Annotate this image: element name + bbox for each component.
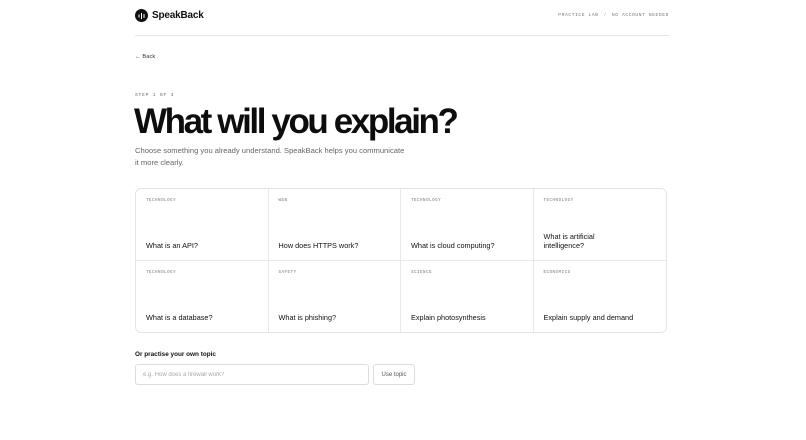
topic-card[interactable]: TECHNOLOGY What is artificial intelligen…: [533, 189, 666, 261]
topic-title: What is artificial intelligence?: [543, 231, 595, 250]
no-account-tag: NO ACCOUNT NEEDED: [611, 13, 669, 18]
topic-title: What is cloud computing?: [411, 240, 495, 250]
topic-title: What is phishing?: [278, 313, 337, 322]
topic-category: WEB: [278, 199, 288, 203]
topic-card[interactable]: TECHNOLOGY What is a database?: [136, 260, 269, 332]
practice-lab-tag: PRACTICE LAB: [558, 13, 599, 18]
topic-category: ECONOMICS: [543, 270, 571, 275]
back-link[interactable]: ← Back: [135, 54, 155, 60]
topic-card[interactable]: SCIENCE Explain photosynthesis: [401, 260, 534, 332]
header-separator: /: [603, 13, 607, 18]
topic-card[interactable]: TECHNOLOGY What is cloud computing?: [401, 189, 534, 261]
topic-category: TECHNOLOGY: [411, 199, 442, 203]
topic-grid: TECHNOLOGY What is an API? WEB How does …: [135, 188, 667, 333]
topic-card[interactable]: TECHNOLOGY What is an API?: [136, 189, 269, 261]
use-topic-button[interactable]: Use topic: [373, 364, 415, 385]
topic-card[interactable]: WEB How does HTTPS work?: [268, 189, 401, 261]
topic-title: What is an API?: [146, 240, 198, 250]
header-tags: PRACTICE LAB / NO ACCOUNT NEEDED: [558, 13, 669, 18]
page-subtitle: Choose something you already understand.…: [135, 146, 405, 167]
custom-topic-label: Or practise your own topic: [135, 351, 216, 358]
topic-category: SAFETY: [278, 270, 297, 275]
topic-category: TECHNOLOGY: [146, 199, 177, 203]
topic-title: Explain supply and demand: [543, 313, 634, 322]
topic-category: TECHNOLOGY: [543, 199, 574, 203]
topic-title: How does HTTPS work?: [278, 240, 359, 250]
topic-category: SCIENCE: [411, 270, 433, 275]
topic-card[interactable]: ECONOMICS Explain supply and demand: [533, 260, 666, 332]
step-indicator: STEP 1 OF 3: [135, 93, 175, 98]
topic-card[interactable]: SAFETY What is phishing?: [268, 260, 401, 332]
topic-title: Explain photosynthesis: [411, 313, 486, 322]
top-header: SpeakBack PRACTICE LAB / NO ACCOUNT NEEDED: [135, 0, 669, 36]
custom-topic-input[interactable]: [135, 364, 369, 385]
page-title: What will you explain?: [134, 102, 459, 141]
waveform-icon: [135, 9, 148, 22]
topic-category: TECHNOLOGY: [146, 270, 177, 275]
topic-title: What is a database?: [146, 313, 213, 322]
brand-name[interactable]: SpeakBack: [152, 10, 204, 21]
